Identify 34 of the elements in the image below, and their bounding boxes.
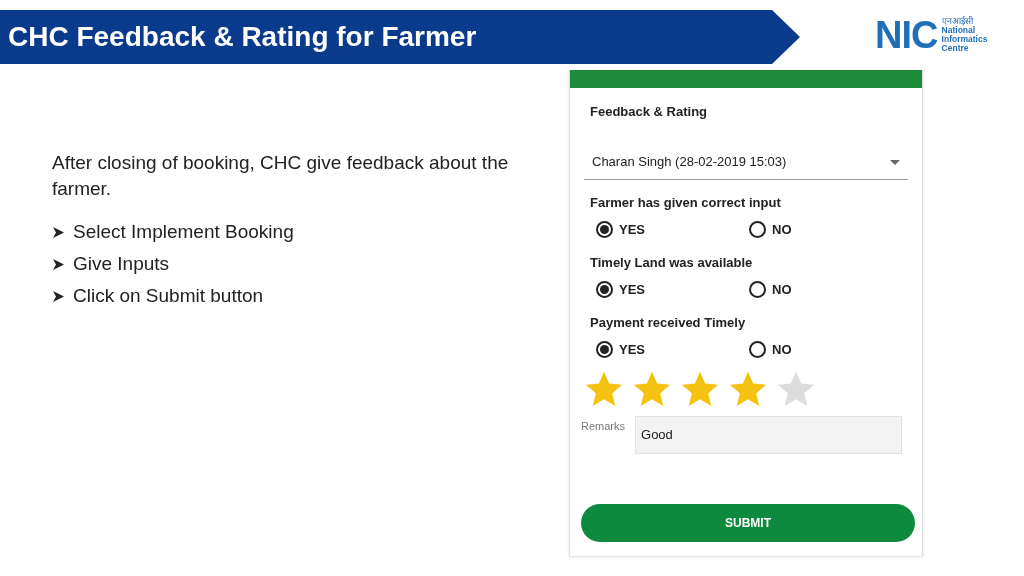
question-label: Timely Land was available bbox=[590, 253, 754, 272]
remarks-label: Remarks bbox=[581, 418, 625, 434]
radio-button[interactable] bbox=[596, 281, 613, 299]
remarks-field[interactable]: Good bbox=[635, 415, 902, 454]
radio-button[interactable] bbox=[596, 341, 613, 359]
logo-text: National bbox=[941, 26, 977, 35]
step-text: Select Implement Booking bbox=[73, 219, 294, 244]
radio-option[interactable]: YES bbox=[596, 220, 749, 240]
radio-button[interactable] bbox=[749, 221, 766, 239]
question-label: Farmer has given correct input bbox=[590, 193, 782, 212]
logo-text: Informatics bbox=[941, 35, 988, 44]
dropdown-caret-icon bbox=[890, 159, 900, 165]
arrowhead-bullet-icon bbox=[52, 225, 65, 239]
slide-title: CHC Feedback & Rating for Farmer bbox=[8, 20, 477, 54]
step-text: Give Inputs bbox=[73, 251, 170, 276]
radio-button[interactable] bbox=[596, 221, 613, 239]
radio-button[interactable] bbox=[749, 281, 766, 299]
submit-button[interactable]: SUBMIT bbox=[581, 503, 915, 542]
radio-option[interactable]: YES bbox=[596, 280, 749, 300]
logo-mark: NIC bbox=[875, 16, 938, 54]
radio-option[interactable]: YES bbox=[596, 340, 749, 360]
logo-text: Centre bbox=[941, 44, 970, 53]
arrowhead-bullet-icon bbox=[52, 257, 65, 271]
question-label: Payment received Timely bbox=[590, 313, 747, 332]
booking-dropdown[interactable]: Charan Singh (28-02-2019 15:03) bbox=[584, 145, 908, 180]
radio-option[interactable]: NO bbox=[749, 220, 902, 240]
radio-option[interactable]: NO bbox=[749, 280, 902, 300]
radio-option[interactable]: NO bbox=[749, 340, 902, 360]
radio-button[interactable] bbox=[749, 341, 766, 359]
arrowhead-bullet-icon bbox=[52, 289, 65, 303]
form-heading: Feedback & Rating bbox=[590, 103, 709, 121]
intro-text: After closing of booking, CHC give feedback about the farmer. bbox=[52, 151, 510, 201]
logo-hindi: एनआईसी bbox=[941, 17, 974, 26]
step-text: Click on Submit button bbox=[73, 283, 264, 308]
